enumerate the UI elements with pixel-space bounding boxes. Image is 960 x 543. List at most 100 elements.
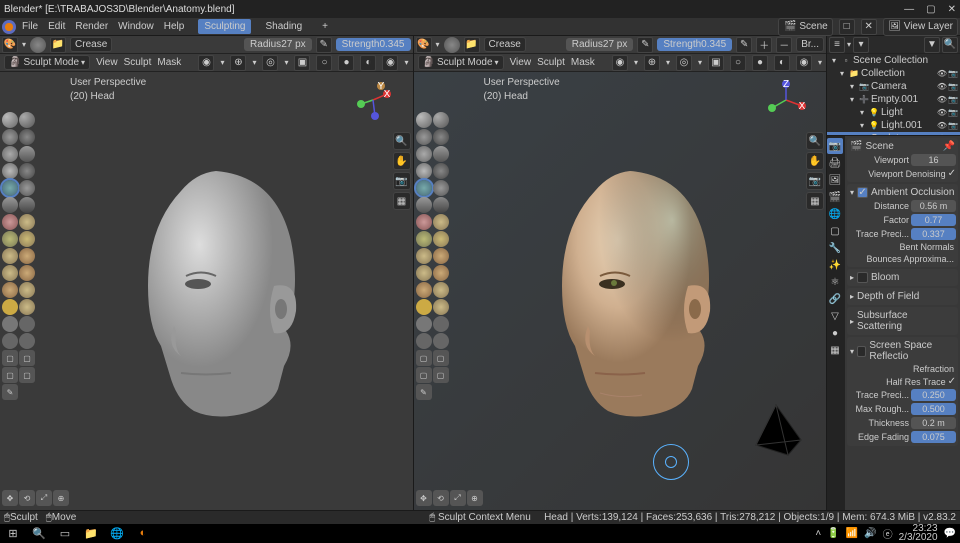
menu-help[interactable]: Help — [164, 21, 185, 32]
outliner-item[interactable]: ▾💡Light👁📷 — [827, 106, 960, 119]
brush-browse-icon[interactable]: 📁 — [50, 37, 66, 53]
tool-mask[interactable] — [416, 333, 432, 349]
tool-smooth[interactable] — [433, 180, 449, 196]
visibility-icon[interactable]: 👁 — [937, 82, 947, 92]
scene-selector[interactable]: 🎬 Scene 📌 — [849, 140, 956, 153]
ssr-half-checkbox[interactable]: ✓ — [948, 376, 956, 387]
tool-draw[interactable] — [2, 112, 18, 128]
overlays-icon[interactable]: ◉ — [198, 55, 214, 71]
tab-world[interactable]: 🌐 — [827, 206, 843, 222]
tab-material[interactable]: ● — [827, 325, 843, 341]
shading-wire-icon[interactable]: ○ — [730, 55, 746, 71]
tab-render[interactable]: 📷 — [827, 138, 843, 154]
outliner-item[interactable]: ▾💡Light.001👁📷 — [827, 119, 960, 132]
strength-field[interactable]: Strength0.345 — [336, 38, 411, 51]
tool-clay[interactable] — [2, 129, 18, 145]
tool-clay-strips[interactable] — [19, 129, 35, 145]
tool-box-face[interactable]: ▢ — [416, 367, 432, 383]
brush-name-dropdown[interactable]: Crease — [484, 37, 526, 52]
close-button[interactable]: ✕ — [948, 4, 956, 15]
mode-dropdown[interactable]: 🗿Sculpt Mode▾ — [4, 55, 90, 70]
tool-crease[interactable] — [2, 180, 18, 196]
tool-mesh-filter[interactable]: ▢ — [19, 367, 35, 383]
tool-fill[interactable] — [19, 197, 35, 213]
direction-sub-icon[interactable]: － — [776, 37, 792, 53]
menu-edit[interactable]: Edit — [48, 21, 65, 32]
menu-render[interactable]: Render — [75, 21, 108, 32]
workspace-shading[interactable]: Shading — [259, 19, 308, 34]
scene-delete-button[interactable]: ✕ — [861, 19, 877, 35]
tool-multiplane[interactable] — [433, 214, 449, 230]
tool-draw-face[interactable] — [433, 333, 449, 349]
tool-thumb[interactable] — [416, 265, 432, 281]
ssr-edge-field[interactable]: 0.075 — [911, 431, 956, 443]
maximize-button[interactable]: ▢ — [926, 4, 935, 15]
blender-taskbar-icon[interactable]: ◐ — [134, 526, 152, 540]
strength-pressure-icon[interactable]: ✎ — [736, 37, 752, 53]
overlay-toggle-icon[interactable]: ◎ — [676, 55, 692, 71]
tool-pose[interactable] — [19, 265, 35, 281]
explorer-icon[interactable]: 📁 — [82, 526, 100, 540]
viewport-canvas-left[interactable]: ▢▢ ▢▢ ✎ ✥ ⟲ ⤢ ⊕ User Perspective (20) He… — [0, 72, 413, 510]
tree-toggle-icon[interactable]: ▾ — [847, 95, 857, 105]
persp-icon[interactable]: ▦ — [806, 192, 824, 210]
task-view-icon[interactable]: ▭ — [56, 526, 74, 540]
tool-box-hide[interactable]: ▢ — [19, 350, 35, 366]
strength-field[interactable]: Strength0.345 — [657, 38, 732, 51]
tab-physics[interactable]: ⚛ — [827, 274, 843, 290]
tab-particles[interactable]: ✨ — [827, 257, 843, 273]
language-icon[interactable]: ⓔ — [883, 526, 893, 541]
tool-box-face[interactable]: ▢ — [2, 367, 18, 383]
tool-transform[interactable]: ⊕ — [53, 490, 69, 506]
tool-pose[interactable] — [433, 265, 449, 281]
menu-mask[interactable]: Mask — [571, 57, 595, 68]
volume-icon[interactable]: 🔊 — [864, 528, 876, 539]
notification-icon[interactable]: 💬 — [944, 528, 956, 539]
zoom-icon[interactable]: 🔍 — [393, 132, 411, 150]
tool-draw-face[interactable] — [19, 333, 35, 349]
ao-trace-field[interactable]: 0.337 — [911, 228, 956, 240]
tool-rotate-gizmo[interactable]: ⟲ — [433, 490, 449, 506]
chrome-icon[interactable]: 🌐 — [108, 526, 126, 540]
denoise-checkbox[interactable]: ✓ — [948, 168, 956, 179]
tool-flatten[interactable] — [416, 197, 432, 213]
outliner-scene-collection[interactable]: ▾ ▫ Scene Collection — [827, 54, 960, 67]
shading-solid-icon[interactable]: ● — [752, 55, 768, 71]
camera-icon[interactable]: 📷 — [393, 172, 411, 190]
tool-thumb[interactable] — [2, 265, 18, 281]
tool-topology[interactable] — [433, 299, 449, 315]
menu-window[interactable]: Window — [118, 21, 154, 32]
tool-grab[interactable] — [19, 231, 35, 247]
tool-scrape[interactable] — [416, 214, 432, 230]
menu-mask[interactable]: Mask — [157, 57, 181, 68]
tool-move[interactable]: ✥ — [2, 490, 18, 506]
visibility-icon[interactable]: 👁 — [937, 121, 947, 131]
visibility-icon[interactable]: 👁 — [937, 108, 947, 118]
overlays-icon[interactable]: ◉ — [612, 55, 628, 71]
editor-type-icon[interactable]: 🎨 — [416, 37, 432, 53]
nav-gizmo[interactable]: X Z — [766, 80, 806, 120]
tool-inflate[interactable] — [416, 163, 432, 179]
shading-matprev-icon[interactable]: ◐ — [360, 55, 376, 71]
tree-toggle-icon[interactable]: ▾ — [857, 121, 867, 131]
tool-crease[interactable] — [416, 180, 432, 196]
render-icon[interactable]: 📷 — [948, 69, 958, 79]
tab-constraints[interactable]: 🔗 — [827, 291, 843, 307]
tool-rotate[interactable] — [19, 282, 35, 298]
radius-pressure-icon[interactable]: ✎ — [637, 37, 653, 53]
radius-pressure-icon[interactable]: ✎ — [316, 37, 332, 53]
tool-clay-thumb[interactable] — [2, 146, 18, 162]
pan-icon[interactable]: ✋ — [806, 152, 824, 170]
tool-mask[interactable] — [2, 333, 18, 349]
tree-toggle-icon[interactable]: ▾ — [857, 108, 867, 118]
ao-distance-field[interactable]: 0.56 m — [911, 200, 956, 212]
tool-rotate-gizmo[interactable]: ⟲ — [19, 490, 35, 506]
tool-scale[interactable]: ⤢ — [450, 490, 466, 506]
tool-inflate[interactable] — [2, 163, 18, 179]
viewport-samples-field[interactable]: 16 — [911, 154, 956, 166]
tool-annotate[interactable]: ✎ — [2, 384, 18, 400]
outliner-type-icon[interactable]: ≡ — [829, 37, 845, 53]
tab-texture[interactable]: ▦ — [827, 342, 843, 358]
tool-draw-sharp[interactable] — [433, 112, 449, 128]
gizmo-icon[interactable]: ⊕ — [230, 55, 246, 71]
